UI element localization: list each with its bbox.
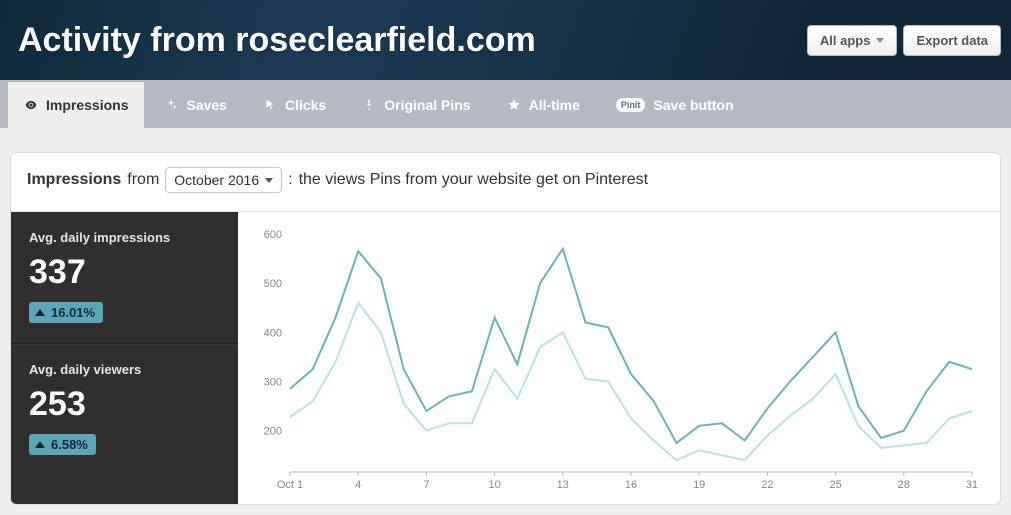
export-data-label: Export data	[916, 33, 988, 48]
svg-text:600: 600	[264, 229, 282, 241]
svg-text:16: 16	[625, 479, 637, 491]
metric-tabs: Impressions Saves Clicks Original Pins A…	[0, 80, 1011, 128]
stats-sidebar: Avg. daily impressions 337 16.01% Avg. d…	[11, 212, 238, 504]
svg-text:300: 300	[264, 377, 282, 389]
stat-impressions-label: Avg. daily impressions	[29, 230, 220, 245]
tab-all-time[interactable]: All-time	[491, 82, 596, 128]
stat-impressions-change-value: 16.01%	[51, 305, 95, 320]
date-range-label: October 2016	[174, 172, 259, 188]
header-actions: All apps Export data	[807, 25, 1001, 56]
tab-original-pins-label: Original Pins	[384, 97, 470, 113]
svg-text:4: 4	[355, 479, 361, 491]
page-title: Activity from roseclearfield.com	[18, 21, 536, 60]
metric-name: Impressions	[27, 171, 121, 189]
tab-clicks-label: Clicks	[285, 97, 326, 113]
content-area: Impressions from October 2016 : the view…	[0, 128, 1011, 515]
tab-saves[interactable]: Saves	[148, 82, 242, 128]
svg-text:22: 22	[761, 479, 773, 491]
card-header: Impressions from October 2016 : the view…	[11, 153, 1000, 211]
svg-text:28: 28	[898, 479, 910, 491]
pinit-badge-icon: Pinit	[616, 98, 646, 112]
tab-saves-label: Saves	[186, 97, 226, 113]
card-body: Avg. daily impressions 337 16.01% Avg. d…	[11, 211, 1000, 504]
svg-text:31: 31	[966, 479, 978, 491]
stat-impressions: Avg. daily impressions 337 16.01%	[11, 212, 238, 343]
svg-text:400: 400	[264, 327, 282, 339]
chart-area: 200 300 400 500 600 Oct 1 4 7 10 13 16 19 22 25 28 31	[238, 212, 1000, 504]
export-data-button[interactable]: Export data	[903, 25, 1001, 56]
impressions-line-chart: 200 300 400 500 600 Oct 1 4 7 10 13 16 19 22 25 28 31	[250, 224, 982, 500]
from-word: from	[127, 171, 159, 189]
tab-impressions-label: Impressions	[46, 97, 128, 113]
chevron-down-icon	[265, 178, 273, 183]
svg-text:7: 7	[423, 479, 429, 491]
all-apps-label: All apps	[820, 33, 871, 48]
metric-description: the views Pins from your website get on …	[299, 171, 649, 189]
svg-text:500: 500	[264, 278, 282, 290]
stat-viewers: Avg. daily viewers 253 6.58%	[11, 343, 238, 475]
tab-impressions[interactable]: Impressions	[8, 82, 144, 128]
stat-impressions-change: 16.01%	[29, 302, 103, 323]
stat-viewers-change-value: 6.58%	[51, 437, 88, 452]
svg-text:25: 25	[829, 479, 841, 491]
svg-text:13: 13	[557, 479, 569, 491]
stat-viewers-change: 6.58%	[29, 434, 96, 455]
stat-viewers-value: 253	[29, 385, 220, 424]
tab-clicks[interactable]: Clicks	[247, 82, 342, 128]
tab-original-pins[interactable]: Original Pins	[346, 82, 486, 128]
colon: :	[288, 171, 292, 189]
svg-text:200: 200	[264, 426, 282, 438]
svg-text:10: 10	[488, 479, 500, 491]
star-icon	[507, 98, 521, 112]
page-header: Activity from roseclearfield.com All app…	[0, 0, 1011, 80]
pin-icon	[362, 98, 376, 112]
cursor-icon	[263, 98, 277, 112]
tab-save-button[interactable]: Pinit Save button	[600, 82, 750, 128]
sparkle-icon	[164, 98, 178, 112]
tab-save-button-label: Save button	[653, 97, 733, 113]
impressions-card: Impressions from October 2016 : the view…	[10, 152, 1001, 505]
tab-all-time-label: All-time	[529, 97, 580, 113]
stat-viewers-label: Avg. daily viewers	[29, 362, 220, 377]
all-apps-dropdown[interactable]: All apps	[807, 25, 898, 56]
chevron-down-icon	[876, 38, 884, 43]
eye-icon	[24, 98, 38, 112]
svg-text:Oct 1: Oct 1	[277, 479, 303, 491]
date-range-dropdown[interactable]: October 2016	[165, 167, 282, 193]
svg-text:19: 19	[693, 479, 705, 491]
stat-impressions-value: 337	[29, 253, 220, 292]
